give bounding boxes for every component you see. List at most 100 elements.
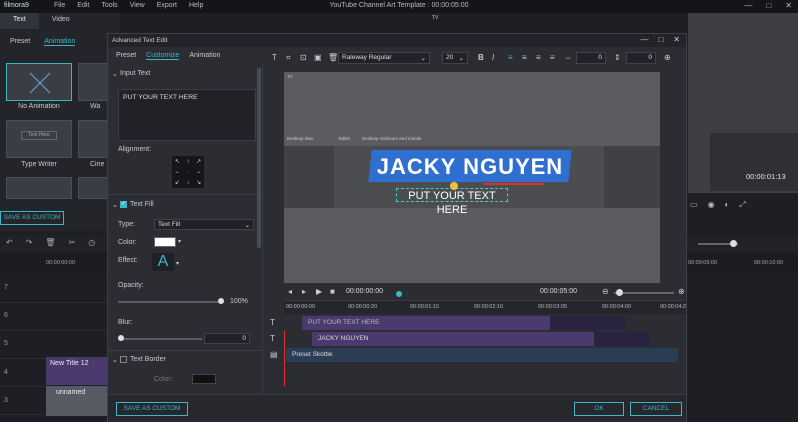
tab-customize[interactable]: Customize [146, 52, 180, 60]
chevron-down-icon[interactable]: ⌄ [112, 201, 118, 209]
settings-icon[interactable]: ⊕ [664, 53, 671, 62]
bold-icon[interactable]: B [478, 53, 484, 62]
align-bottom-right-icon[interactable]: ↘ [196, 179, 201, 186]
align-top-icon[interactable]: ↑ [186, 159, 189, 165]
align-center-icon[interactable]: ≡ [522, 53, 527, 62]
crop-icon[interactable]: ⊡ [300, 53, 307, 62]
thumb-cinema[interactable] [78, 120, 108, 158]
render-icon[interactable]: ▭ [690, 200, 698, 210]
thumb-more[interactable] [6, 177, 72, 199]
zoom-knob[interactable] [730, 240, 737, 247]
shape-icon[interactable]: ▣ [314, 53, 322, 62]
color-swatch[interactable] [154, 237, 176, 247]
redo-icon[interactable]: ↷ [26, 238, 33, 247]
align-left-icon[interactable]: ← [174, 169, 180, 175]
save-as-custom-button[interactable]: SAVE AS CUSTOM [0, 211, 64, 225]
align-top-right-icon[interactable]: ↗ [196, 158, 201, 165]
chevron-down-icon[interactable]: ⌄ [112, 356, 118, 364]
subtab-animation[interactable]: Animation [44, 38, 76, 46]
opacity-knob[interactable] [218, 298, 224, 304]
prev-frame-icon[interactable]: ◂ [288, 287, 292, 296]
thumb-wave[interactable] [78, 63, 108, 101]
subtab-preset[interactable]: Preset [10, 38, 30, 46]
line-spacing-icon[interactable]: ⇕ [614, 53, 621, 62]
align-bottom-left-icon[interactable]: ↙ [175, 179, 180, 186]
spacing-input[interactable]: 0 [576, 52, 606, 64]
save-as-custom-button[interactable]: SAVE AS CUSTOM [116, 402, 188, 416]
tab-animation[interactable]: Animation [189, 52, 220, 60]
line-spacing-input[interactable]: 0 [626, 52, 656, 64]
tab-video[interactable]: Video [39, 13, 83, 29]
alignment-grid[interactable]: ↖ ↑ ↗ ← · → ↙ ↓ ↘ [172, 156, 204, 188]
clip-preset-skottle[interactable]: Preset Skottle [286, 348, 678, 362]
effect-preview[interactable]: A [152, 253, 174, 271]
chevron-down-icon: ⌄ [420, 55, 426, 62]
text-tool-icon[interactable]: T [272, 53, 277, 62]
delete-icon[interactable]: 🗑 [45, 238, 55, 247]
align-top-left-icon[interactable]: ↖ [175, 158, 180, 165]
font-select[interactable]: Raleway Regular ⌄ [338, 52, 430, 64]
zoom-out-icon[interactable]: ⊖ [602, 287, 609, 296]
input-text-heading: Input Text [120, 70, 151, 77]
caret-down-icon[interactable]: ▾ [176, 260, 179, 267]
zoom-slider[interactable] [614, 292, 674, 294]
text-input-area[interactable]: PUT YOUR TEXT HERE [118, 89, 256, 141]
checkbox-text-border[interactable] [120, 356, 127, 363]
clip-new-title[interactable]: New Title 12 [46, 357, 108, 385]
zoom-knob[interactable] [616, 289, 623, 296]
close-icon[interactable]: ✕ [673, 35, 680, 44]
stop-icon[interactable]: ■ [330, 287, 335, 296]
align-left-icon[interactable]: ≡ [508, 53, 513, 62]
zoom-in-icon[interactable]: ⊕ [678, 287, 685, 296]
clock-icon[interactable]: ◷ [88, 238, 95, 247]
scrollbar[interactable] [257, 68, 261, 248]
thumb-no-animation[interactable] [6, 63, 72, 101]
align-right-icon[interactable]: ≡ [536, 53, 541, 62]
blur-knob[interactable] [118, 335, 124, 341]
close-icon[interactable]: ✕ [785, 1, 792, 10]
headline-text[interactable]: JACKY NGUYEN [370, 154, 570, 180]
undo-icon[interactable]: ↶ [6, 238, 13, 247]
type-select[interactable]: Text Fill ⌄ [154, 219, 254, 230]
blur-slider[interactable] [118, 338, 202, 340]
volume-icon[interactable]: ◐ [725, 200, 730, 210]
tab-preset[interactable]: Preset [116, 52, 136, 60]
opacity-slider[interactable] [118, 301, 224, 303]
tab-text[interactable]: Text [0, 13, 39, 29]
snapshot-icon[interactable]: ◉ [708, 200, 715, 210]
align-center-icon[interactable]: · [187, 169, 189, 175]
maximize-icon[interactable]: □ [766, 1, 771, 10]
cancel-button[interactable]: CANCEL [630, 402, 682, 416]
caret-down-icon[interactable]: ▾ [178, 238, 181, 245]
minimize-icon[interactable]: — [744, 1, 752, 10]
fullscreen-icon[interactable]: ⤢ [739, 200, 745, 210]
maximize-icon[interactable]: □ [658, 35, 663, 44]
delete-icon[interactable]: 🗑 [328, 53, 338, 62]
ruler-tick: 00:00:10:00 [754, 260, 784, 266]
cut-icon[interactable]: ✂ [69, 238, 76, 247]
italic-icon[interactable]: I [492, 53, 494, 62]
subtitle-text-box[interactable]: PUT YOUR TEXT HERE [396, 188, 508, 216]
align-bottom-icon[interactable]: ↓ [186, 180, 189, 186]
checkbox-text-fill[interactable]: ✓ [120, 201, 127, 208]
rotate-handle[interactable] [450, 182, 458, 190]
dialog-ruler: 00:00:00:00 00:00:00:20 00:00:01:15 00:0… [284, 300, 686, 314]
border-color-swatch[interactable] [192, 374, 216, 384]
thumb-type-writer[interactable]: Text Here [6, 120, 72, 158]
thumb-more[interactable] [78, 177, 108, 199]
play-icon[interactable]: ▶ [316, 287, 322, 296]
text-box-icon[interactable]: ⌗ [286, 53, 291, 63]
justify-icon[interactable]: ≡ [550, 53, 555, 62]
playhead-knob[interactable] [396, 291, 402, 297]
clip-put-your-text[interactable]: PUT YOUR TEXT HERE [302, 316, 552, 330]
clip-unnamed[interactable]: unnamed [46, 386, 108, 416]
clip-jacky-nguyen[interactable]: JACKY NGUYEN [312, 332, 594, 346]
font-size-select[interactable]: 20 ⌄ [442, 52, 468, 64]
ok-button[interactable]: OK [574, 402, 624, 416]
chevron-down-icon[interactable]: ⌄ [112, 70, 118, 78]
blur-input[interactable]: 0 [204, 333, 250, 344]
step-icon[interactable]: ▸ [302, 287, 306, 296]
align-right-icon[interactable]: → [196, 169, 202, 175]
letter-spacing-icon[interactable]: ⇔ [564, 53, 572, 62]
minimize-icon[interactable]: — [640, 35, 648, 44]
